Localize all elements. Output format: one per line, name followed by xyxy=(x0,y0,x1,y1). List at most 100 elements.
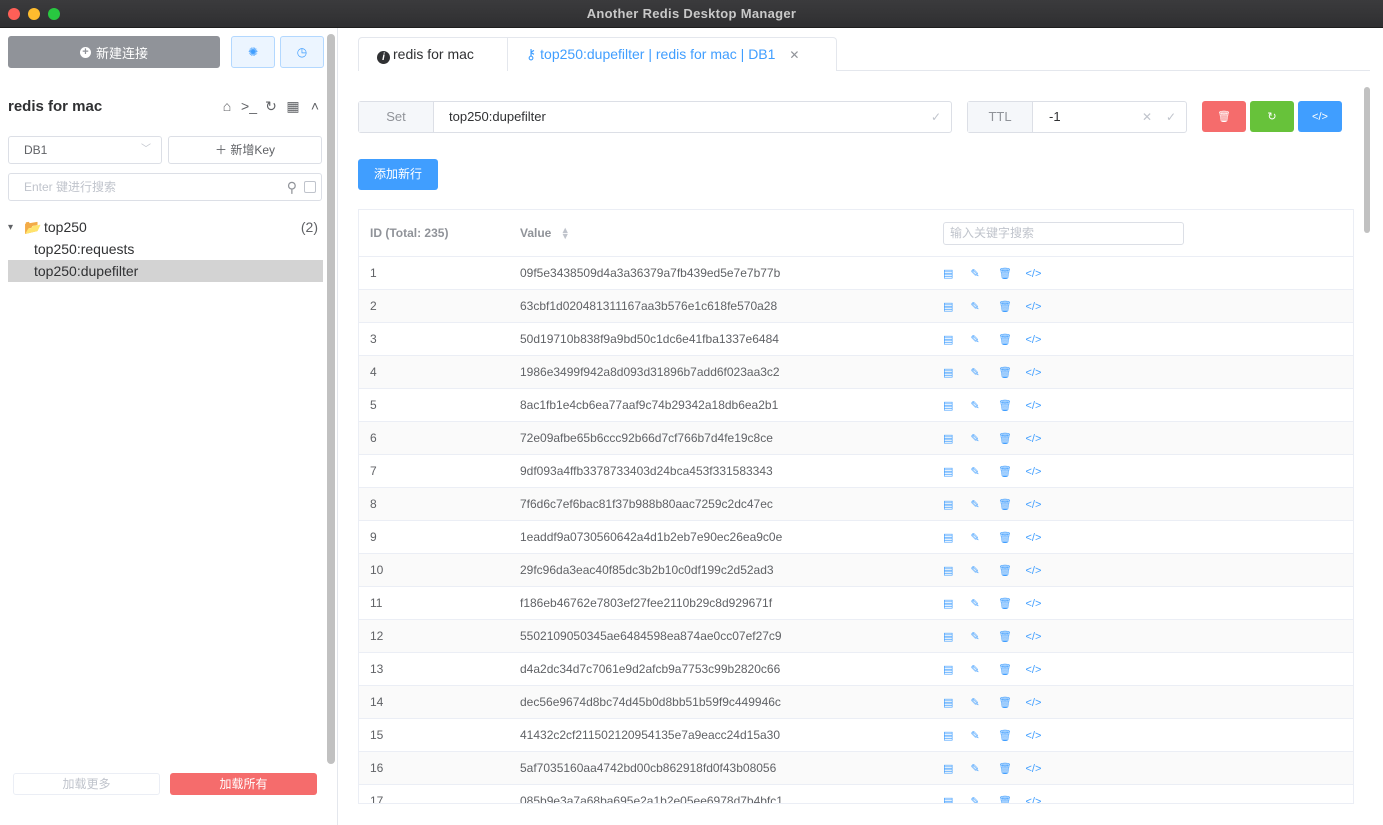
code-icon[interactable]: </> xyxy=(1026,565,1054,577)
view-icon[interactable]: ▤ xyxy=(943,795,971,803)
view-icon[interactable]: ▤ xyxy=(943,696,971,709)
db-select[interactable]: DB1 ﹀ xyxy=(8,136,162,164)
trash-icon[interactable]: 🗑 xyxy=(998,465,1026,478)
exact-search-checkbox[interactable] xyxy=(304,181,316,193)
table-search-input[interactable]: 输入关键字搜索 xyxy=(943,222,1184,245)
edit-icon[interactable]: ✎ xyxy=(971,564,999,577)
trash-icon[interactable]: 🗑 xyxy=(998,333,1026,346)
trash-icon[interactable]: 🗑 xyxy=(998,267,1026,280)
code-icon[interactable]: </> xyxy=(1026,763,1054,775)
trash-icon[interactable]: 🗑 xyxy=(998,366,1026,379)
view-icon[interactable]: ▤ xyxy=(943,399,971,412)
view-icon[interactable]: ▤ xyxy=(943,465,971,478)
view-icon[interactable]: ▤ xyxy=(943,531,971,544)
edit-icon[interactable]: ✎ xyxy=(971,531,999,544)
edit-icon[interactable]: ✎ xyxy=(971,366,999,379)
key-search-input[interactable]: Enter 键进行搜索 ⚲ xyxy=(8,173,322,201)
close-icon[interactable]: ✕ xyxy=(789,48,799,62)
trash-icon[interactable]: 🗑 xyxy=(998,795,1026,803)
code-icon[interactable]: </> xyxy=(1026,796,1054,804)
tab-key-detail[interactable]: ⚷ top250:dupefilter | redis for mac | DB… xyxy=(507,37,837,71)
edit-icon[interactable]: ✎ xyxy=(971,663,999,676)
load-more-button[interactable]: 加载更多 xyxy=(13,773,160,795)
table-row[interactable]: 3 50d19710b838f9a9bd50c1dc6e41fba1337e648… xyxy=(359,323,1353,356)
search-icon[interactable]: ⚲ xyxy=(287,174,297,200)
sort-icon[interactable]: ▲ ▼ xyxy=(561,226,570,241)
check-icon[interactable]: ✓ xyxy=(1166,102,1176,132)
view-icon[interactable]: ▤ xyxy=(943,432,971,445)
edit-icon[interactable]: ✎ xyxy=(971,300,999,313)
tree-key-item[interactable]: top250:requests xyxy=(8,238,323,260)
trash-icon[interactable]: 🗑 xyxy=(998,762,1026,775)
value-column-header[interactable]: Value ▲ ▼ xyxy=(520,210,570,257)
check-icon[interactable]: ✓ xyxy=(931,102,941,132)
table-row[interactable]: 4 1986e3499f942a8d093d31896b7add6f023aa3c… xyxy=(359,356,1353,389)
view-icon[interactable]: ▤ xyxy=(943,630,971,643)
edit-icon[interactable]: ✎ xyxy=(971,597,999,610)
code-icon[interactable]: </> xyxy=(1026,367,1054,379)
edit-icon[interactable]: ✎ xyxy=(971,729,999,742)
code-icon[interactable]: </> xyxy=(1026,499,1054,511)
sidebar-scrollbar[interactable] xyxy=(327,34,335,764)
add-row-button[interactable]: 添加新行 xyxy=(358,159,438,190)
edit-icon[interactable]: ✎ xyxy=(971,630,999,643)
delete-key-button[interactable]: 🗑 xyxy=(1202,101,1246,132)
table-row[interactable]: 14 dec56e9674d8bc74d45b0d8bb51b59f9c44994… xyxy=(359,686,1353,719)
tree-key-item-active[interactable]: top250:dupefilter xyxy=(8,260,323,282)
clear-icon[interactable]: ✕ xyxy=(1142,102,1152,132)
edit-icon[interactable]: ✎ xyxy=(971,399,999,412)
table-row[interactable]: 11 f186eb46762e7803ef27fee2110b29c8d92967… xyxy=(359,587,1353,620)
trash-icon[interactable]: 🗑 xyxy=(998,498,1026,511)
load-all-button[interactable]: 加载所有 xyxy=(170,773,317,795)
trash-icon[interactable]: 🗑 xyxy=(998,564,1026,577)
trash-icon[interactable]: 🗑 xyxy=(998,663,1026,676)
view-icon[interactable]: ▤ xyxy=(943,300,971,313)
trash-icon[interactable]: 🗑 xyxy=(998,696,1026,709)
trash-icon[interactable]: 🗑 xyxy=(998,432,1026,445)
table-row[interactable]: 9 1eaddf9a0730560642a4d1b2eb7e90ec26ea9c0… xyxy=(359,521,1353,554)
ttl-input[interactable]: -1 xyxy=(1049,102,1061,132)
dump-command-button[interactable]: </> xyxy=(1298,101,1342,132)
key-name-input[interactable]: top250:dupefilter xyxy=(449,102,546,132)
edit-icon[interactable]: ✎ xyxy=(971,696,999,709)
edit-icon[interactable]: ✎ xyxy=(971,267,999,280)
edit-icon[interactable]: ✎ xyxy=(971,762,999,775)
settings-button[interactable]: ✺ xyxy=(231,36,275,68)
grid-icon[interactable]: ▦ xyxy=(284,98,302,115)
trash-icon[interactable]: 🗑 xyxy=(998,399,1026,412)
edit-icon[interactable]: ✎ xyxy=(971,333,999,346)
view-icon[interactable]: ▤ xyxy=(943,663,971,676)
tab-connection-info[interactable]: i redis for mac xyxy=(358,37,508,71)
chevron-down-icon[interactable]: ▾ xyxy=(8,222,24,233)
refresh-key-button[interactable]: ↻ xyxy=(1250,101,1294,132)
table-row[interactable]: 6 72e09afbe65b6ccc92b66d7cf766b7d4fe19c8c… xyxy=(359,422,1353,455)
code-icon[interactable]: </> xyxy=(1026,466,1054,478)
trash-icon[interactable]: 🗑 xyxy=(998,729,1026,742)
view-icon[interactable]: ▤ xyxy=(943,762,971,775)
code-icon[interactable]: </> xyxy=(1026,631,1054,643)
view-icon[interactable]: ▤ xyxy=(943,333,971,346)
table-row[interactable]: 8 7f6d6c7ef6bac81f37b988b80aac7259c2dc47e… xyxy=(359,488,1353,521)
code-icon[interactable]: </> xyxy=(1026,301,1054,313)
code-icon[interactable]: </> xyxy=(1026,334,1054,346)
terminal-icon[interactable]: >_ xyxy=(240,98,258,115)
table-row[interactable]: 5 8ac1fb1e4cb6ea77aaf9c74b29342a18db6ea2b… xyxy=(359,389,1353,422)
table-row[interactable]: 15 41432c2cf211502120954135e7a9eacc24d15a… xyxy=(359,719,1353,752)
view-icon[interactable]: ▤ xyxy=(943,366,971,379)
code-icon[interactable]: </> xyxy=(1026,664,1054,676)
trash-icon[interactable]: 🗑 xyxy=(998,630,1026,643)
code-icon[interactable]: </> xyxy=(1026,400,1054,412)
code-icon[interactable]: </> xyxy=(1026,268,1054,280)
connection-name[interactable]: redis for mac xyxy=(8,98,102,115)
edit-icon[interactable]: ✎ xyxy=(971,432,999,445)
new-key-button[interactable]: ＋ 新增Key xyxy=(168,136,322,164)
view-icon[interactable]: ▤ xyxy=(943,267,971,280)
history-button[interactable]: ◷ xyxy=(280,36,324,68)
table-row[interactable]: 13 d4a2dc34d7c7061e9d2afcb9a7753c99b2820c… xyxy=(359,653,1353,686)
tree-folder[interactable]: ▾ 📂 top250 (2) xyxy=(8,217,322,237)
code-icon[interactable]: </> xyxy=(1026,433,1054,445)
view-icon[interactable]: ▤ xyxy=(943,498,971,511)
code-icon[interactable]: </> xyxy=(1026,730,1054,742)
edit-icon[interactable]: ✎ xyxy=(971,465,999,478)
new-connection-button[interactable]: + 新建连接 xyxy=(8,36,220,68)
